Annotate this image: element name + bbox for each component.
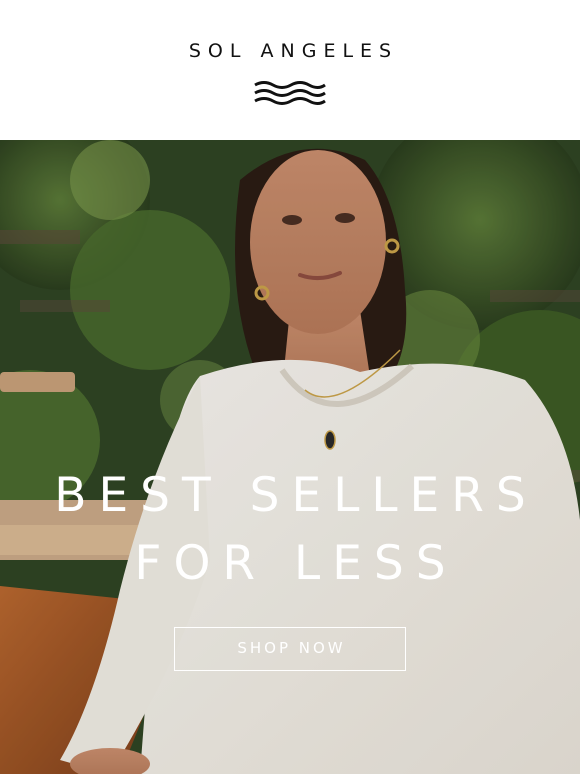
hero-banner[interactable]: BEST SELLERS FOR LESS SHOP NOW bbox=[0, 140, 580, 774]
waves-icon bbox=[254, 81, 326, 105]
hero-photo bbox=[0, 140, 580, 774]
email-page: SOL ANGELES BEST SELLERS FOR LESS SHOP N… bbox=[0, 0, 580, 774]
brand-logo-text[interactable]: SOL ANGELES bbox=[0, 40, 580, 62]
hero-headline: BEST SELLERS FOR LESS bbox=[0, 462, 580, 598]
shop-now-button[interactable]: SHOP NOW bbox=[174, 627, 406, 671]
headline-line-2: FOR LESS bbox=[134, 536, 458, 591]
headline-line-1: BEST SELLERS bbox=[54, 468, 538, 523]
header: SOL ANGELES bbox=[0, 0, 580, 140]
